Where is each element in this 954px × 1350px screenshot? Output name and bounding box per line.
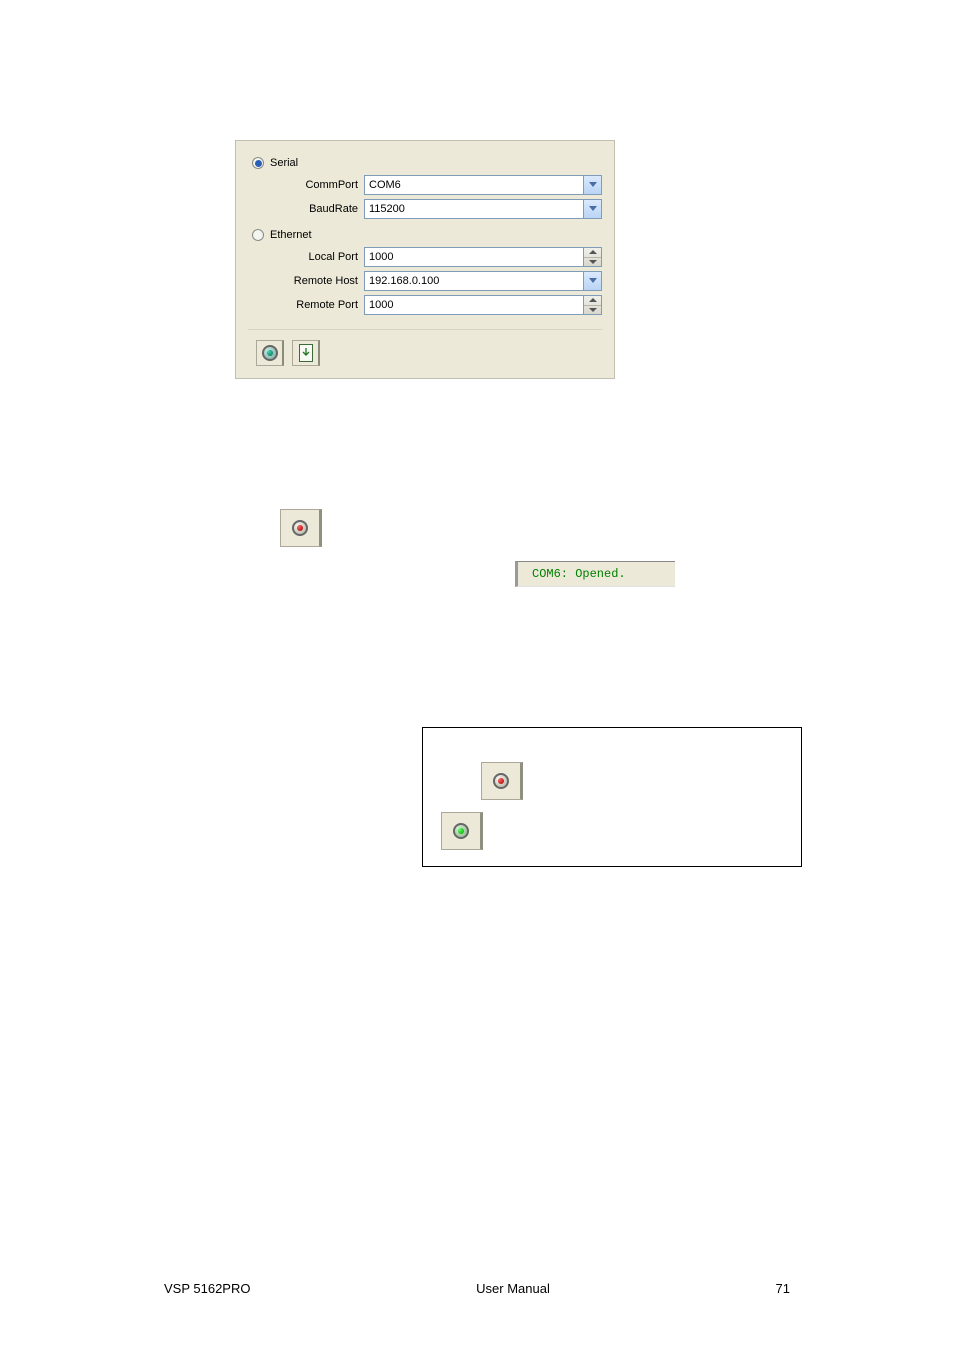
baudrate-row: BaudRate 115200: [248, 199, 602, 219]
serial-radio-label: Serial: [270, 157, 298, 169]
ethernet-radio-row[interactable]: Ethernet: [252, 229, 602, 241]
commport-row: CommPort COM6: [248, 175, 602, 195]
footer-center: User Manual: [476, 1281, 550, 1296]
remotehost-combo[interactable]: 192.168.0.100: [364, 271, 602, 291]
ethernet-radio-icon: [252, 229, 264, 241]
baudrate-label: BaudRate: [248, 203, 364, 215]
chevron-down-icon[interactable]: [584, 258, 601, 267]
page-footer: VSP 5162PRO User Manual 71: [0, 1281, 954, 1296]
serial-radio-row[interactable]: Serial: [252, 157, 602, 169]
commport-label: CommPort: [248, 179, 364, 191]
remotehost-row: Remote Host 192.168.0.100: [248, 271, 602, 291]
commport-combo[interactable]: COM6: [364, 175, 602, 195]
status-section: COM6: Opened.: [235, 509, 719, 547]
connect-button[interactable]: [256, 340, 284, 366]
led-green-icon: [453, 823, 469, 839]
remotehost-label: Remote Host: [248, 275, 364, 287]
status-message: COM6: Opened.: [515, 561, 675, 587]
spin-buttons[interactable]: [584, 247, 602, 267]
active-button[interactable]: [441, 812, 483, 850]
panel-bottom-buttons: [248, 329, 602, 366]
remoteport-spinner[interactable]: 1000: [364, 295, 602, 315]
led-teal-icon: [262, 345, 278, 361]
serial-radio-icon: [252, 157, 264, 169]
localport-input[interactable]: 1000: [364, 247, 584, 267]
remoteport-label: Remote Port: [248, 299, 364, 311]
baudrate-combo[interactable]: 115200: [364, 199, 602, 219]
commport-input[interactable]: COM6: [364, 175, 584, 195]
localport-spinner[interactable]: 1000: [364, 247, 602, 267]
remoteport-input[interactable]: 1000: [364, 295, 584, 315]
chevron-down-icon[interactable]: [584, 175, 602, 195]
chevron-up-icon[interactable]: [584, 248, 601, 258]
chevron-down-icon[interactable]: [584, 271, 602, 291]
connection-settings-panel: Serial CommPort COM6 BaudRate 115200 Eth: [235, 140, 615, 379]
localport-label: Local Port: [248, 251, 364, 263]
spin-buttons[interactable]: [584, 295, 602, 315]
baudrate-input[interactable]: 115200: [364, 199, 584, 219]
footer-right: 71: [776, 1281, 790, 1296]
connect-button-large[interactable]: [280, 509, 322, 547]
button-box: [422, 727, 802, 867]
led-red-icon: [292, 520, 308, 536]
chevron-up-icon[interactable]: [584, 296, 601, 306]
refresh-icon: [299, 344, 313, 362]
remoteport-row: Remote Port 1000: [248, 295, 602, 315]
chevron-down-icon[interactable]: [584, 306, 601, 315]
led-red-icon: [493, 773, 509, 789]
ethernet-radio-label: Ethernet: [270, 229, 312, 241]
footer-left: VSP 5162PRO: [164, 1281, 250, 1296]
refresh-button[interactable]: [292, 340, 320, 366]
chevron-down-icon[interactable]: [584, 199, 602, 219]
record-button[interactable]: [481, 762, 523, 800]
remotehost-input[interactable]: 192.168.0.100: [364, 271, 584, 291]
localport-row: Local Port 1000: [248, 247, 602, 267]
